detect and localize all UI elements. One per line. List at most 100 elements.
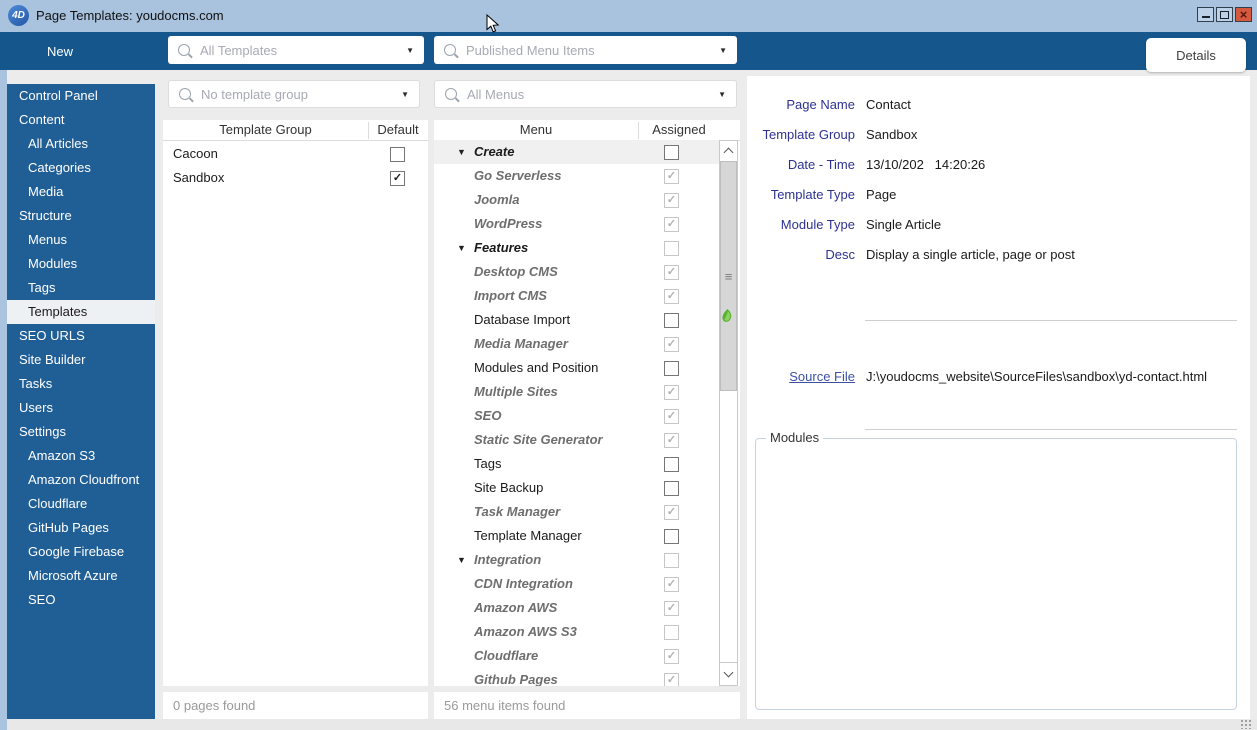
menu-row-amazon-aws-s3[interactable]: Amazon AWS S3✓: [434, 620, 719, 644]
sidebar-item-tasks[interactable]: Tasks: [7, 372, 155, 396]
assigned-checkbox[interactable]: ✓: [664, 625, 679, 640]
minimize-button[interactable]: [1197, 7, 1214, 22]
assigned-checkbox[interactable]: ✓: [664, 313, 679, 328]
menu-row-database-import[interactable]: Database Import ✓: [434, 308, 719, 332]
sidebar-item-site-builder[interactable]: Site Builder: [7, 348, 155, 372]
menu-row-template-manager[interactable]: Template Manager✓: [434, 524, 719, 548]
menu-row-integration[interactable]: ▼Integration✓: [434, 548, 719, 572]
source-file-link[interactable]: Source File: [747, 369, 855, 384]
sidebar-item-templates[interactable]: Templates: [7, 300, 155, 324]
column-divider: [368, 122, 369, 139]
assigned-checkbox[interactable]: ✓: [664, 529, 679, 544]
menu-item-label: Amazon AWS: [474, 596, 557, 620]
sidebar-item-structure[interactable]: Structure: [7, 204, 155, 228]
sidebar-item-github-pages[interactable]: GitHub Pages: [7, 516, 155, 540]
sidebar-item-tags[interactable]: Tags: [7, 276, 155, 300]
sidebar-item-menus[interactable]: Menus: [7, 228, 155, 252]
sidebar-item-microsoft-azure[interactable]: Microsoft Azure: [7, 564, 155, 588]
assigned-checkbox[interactable]: ✓: [664, 193, 679, 208]
sidebar-item-users[interactable]: Users: [7, 396, 155, 420]
sidebar-item-control-panel[interactable]: Control Panel: [7, 84, 155, 108]
template-row-sandbox[interactable]: Sandbox✓: [163, 166, 428, 190]
default-checkbox[interactable]: ✓: [390, 171, 405, 186]
sidebar-item-seo[interactable]: SEO: [7, 588, 155, 612]
assigned-checkbox[interactable]: ✓: [664, 457, 679, 472]
menu-row-features[interactable]: ▼Features✓: [434, 236, 719, 260]
menu-row-site-backup[interactable]: Site Backup ✓: [434, 476, 719, 500]
column-default[interactable]: Default: [368, 120, 428, 140]
maximize-button[interactable]: [1216, 7, 1233, 22]
menu-row-task-manager[interactable]: Task Manager✓: [434, 500, 719, 524]
assigned-checkbox[interactable]: ✓: [664, 289, 679, 304]
menu-row-media-manager[interactable]: Media Manager✓: [434, 332, 719, 356]
tree-expanded-icon[interactable]: ▼: [457, 140, 466, 164]
template-group-filter-dropdown[interactable]: No template group ▼: [168, 80, 420, 108]
assigned-checkbox[interactable]: ✓: [664, 217, 679, 232]
menu-row-multiple-sites[interactable]: Multiple Sites✓: [434, 380, 719, 404]
menu-row-static-site-generator[interactable]: Static Site Generator✓: [434, 428, 719, 452]
assigned-checkbox[interactable]: ✓: [664, 553, 679, 568]
sidebar-item-seo-urls[interactable]: SEO URLS: [7, 324, 155, 348]
tree-expanded-icon[interactable]: ▼: [457, 548, 466, 572]
menu-item-label: Site Backup: [474, 476, 543, 500]
assigned-checkbox[interactable]: ✓: [664, 409, 679, 424]
resize-grip[interactable]: [1240, 719, 1252, 729]
assigned-checkbox[interactable]: ✓: [664, 337, 679, 352]
field-value: Contact: [866, 97, 911, 112]
sidebar-item-modules[interactable]: Modules: [7, 252, 155, 276]
assigned-checkbox[interactable]: ✓: [664, 505, 679, 520]
assigned-checkbox[interactable]: ✓: [664, 673, 679, 686]
templates-filter-dropdown[interactable]: All Templates ▼: [168, 36, 424, 64]
sidebar-item-amazon-cloudfront[interactable]: Amazon Cloudfront: [7, 468, 155, 492]
assigned-checkbox[interactable]: ✓: [664, 241, 679, 256]
menu-row-import-cms[interactable]: Import CMS✓: [434, 284, 719, 308]
menu-scrollbar[interactable]: ≡: [719, 140, 738, 686]
menu-row-modules-and-position[interactable]: Modules and Position✓: [434, 356, 719, 380]
scrollbar-thumb[interactable]: ≡: [720, 161, 737, 391]
sidebar-item-content[interactable]: Content: [7, 108, 155, 132]
assigned-checkbox[interactable]: ✓: [664, 433, 679, 448]
template-row-cacoon[interactable]: Cacoon✓: [163, 142, 428, 166]
sidebar-item-media[interactable]: Media: [7, 180, 155, 204]
assigned-checkbox[interactable]: ✓: [664, 601, 679, 616]
menu-row-create[interactable]: ▼Create✓: [434, 140, 719, 164]
menu-row-desktop-cms[interactable]: Desktop CMS✓: [434, 260, 719, 284]
sidebar-item-cloudflare[interactable]: Cloudflare: [7, 492, 155, 516]
assigned-checkbox[interactable]: ✓: [664, 169, 679, 184]
assigned-checkbox[interactable]: ✓: [664, 649, 679, 664]
default-checkbox[interactable]: ✓: [390, 147, 405, 162]
menu-item-label: SEO: [474, 404, 501, 428]
column-menu[interactable]: Menu: [434, 120, 638, 140]
scroll-up-button[interactable]: [720, 141, 737, 162]
assigned-checkbox[interactable]: ✓: [664, 361, 679, 376]
menu-row-amazon-aws[interactable]: Amazon AWS ✓: [434, 596, 719, 620]
column-assigned[interactable]: Assigned: [638, 120, 720, 140]
menu-row-joomla[interactable]: Joomla✓: [434, 188, 719, 212]
sidebar-item-settings[interactable]: Settings: [7, 420, 155, 444]
sidebar-item-categories[interactable]: Categories: [7, 156, 155, 180]
close-button[interactable]: ×: [1235, 7, 1252, 22]
scroll-down-button[interactable]: [720, 662, 737, 685]
column-template-group[interactable]: Template Group: [163, 120, 368, 140]
assigned-checkbox[interactable]: ✓: [664, 481, 679, 496]
menu-row-cdn-integration[interactable]: CDN Integration✓: [434, 572, 719, 596]
all-menus-filter-dropdown[interactable]: All Menus ▼: [434, 80, 737, 108]
assigned-checkbox[interactable]: ✓: [664, 577, 679, 592]
assigned-checkbox[interactable]: ✓: [664, 385, 679, 400]
menu-row-github-pages[interactable]: Github Pages✓: [434, 668, 719, 686]
assigned-checkbox[interactable]: ✓: [664, 145, 679, 160]
sidebar-item-amazon-s3[interactable]: Amazon S3: [7, 444, 155, 468]
menu-row-tags[interactable]: Tags✓: [434, 452, 719, 476]
menu-row-seo[interactable]: SEO ✓: [434, 404, 719, 428]
published-menu-items-dropdown[interactable]: Published Menu Items ▼: [434, 36, 737, 64]
menu-row-wordpress[interactable]: WordPress✓: [434, 212, 719, 236]
sidebar-item-google-firebase[interactable]: Google Firebase: [7, 540, 155, 564]
new-button[interactable]: New: [10, 32, 110, 70]
menu-row-go-serverless[interactable]: Go Serverless✓: [434, 164, 719, 188]
sidebar-item-all-articles[interactable]: All Articles: [7, 132, 155, 156]
menu-row-cloudflare[interactable]: Cloudflare✓: [434, 644, 719, 668]
menu-item-label: Database Import: [474, 308, 570, 332]
assigned-checkbox[interactable]: ✓: [664, 265, 679, 280]
details-button[interactable]: Details: [1146, 38, 1246, 72]
tree-expanded-icon[interactable]: ▼: [457, 236, 466, 260]
